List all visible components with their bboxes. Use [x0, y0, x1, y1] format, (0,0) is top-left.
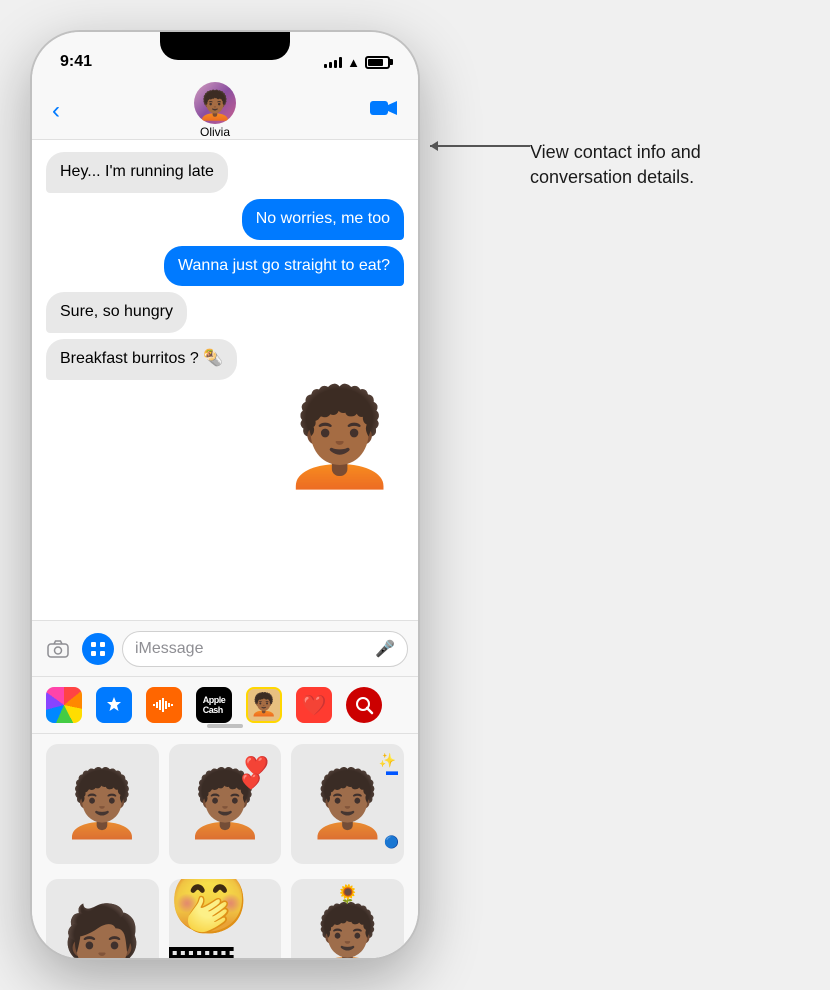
input-area: iMessage 🎤 — [32, 620, 418, 676]
tray-audio-button[interactable] — [146, 687, 182, 723]
memoji-grid-item-4[interactable]: 🧑🏾 — [46, 879, 159, 960]
message-bubble-5: Breakfast burritos ? 🌯 — [46, 339, 237, 380]
memoji-grid-item-2[interactable]: 🧑🏾‍🦱 ❤️ ❤️ — [169, 744, 282, 864]
apps-drawer-button[interactable] — [82, 633, 114, 665]
annotation: View contact info and conversation detai… — [530, 140, 770, 190]
nav-bar: ‹ 🧑🏾‍🦱 Olivia — [32, 82, 418, 140]
video-call-button[interactable] — [370, 98, 398, 124]
contact-info-button[interactable]: 🧑🏾‍🦱 Olivia — [194, 82, 236, 139]
message-bubble-1: Hey... I'm running late — [46, 152, 228, 193]
annotation-line — [430, 145, 530, 147]
message-input-field[interactable]: iMessage 🎤 — [122, 631, 408, 667]
app-tray: AppleCash 🧑🏾‍🦱 ❤️ — [32, 676, 418, 734]
tray-web-button[interactable] — [346, 687, 382, 723]
status-time: 9:41 — [60, 53, 92, 71]
tray-stickers-button[interactable]: ❤️ — [296, 687, 332, 723]
avatar-memoji: 🧑🏾‍🦱 — [198, 92, 233, 120]
input-placeholder: iMessage — [135, 640, 203, 658]
message-bubble-3: Wanna just go straight to eat? — [164, 246, 404, 287]
memoji-grid-item-5[interactable]: 🤭🏾 — [169, 879, 282, 960]
status-icons: ▲ — [324, 55, 390, 70]
camera-button[interactable] — [42, 633, 74, 665]
tray-photos-button[interactable] — [46, 687, 82, 723]
phone-frame: 9:41 ▲ ‹ 🧑🏾‍🦱 Olivia — [30, 30, 420, 960]
signal-bars-icon — [324, 56, 342, 68]
memoji-sticker-sent: 🧑🏾‍🦱 — [281, 386, 399, 491]
memoji-grid-item-6[interactable]: 🧑🏾‍🦱 🌻 — [291, 879, 404, 960]
back-chevron-icon: ‹ — [52, 97, 60, 125]
tray-appstore-button[interactable] — [96, 687, 132, 723]
memoji-sticker-grid: 🧑🏾‍🦱 🧑🏾‍🦱 ❤️ ❤️ 🧑🏾‍🦱 ✨ ▬ 🔵 🧑🏾 🤭🏾 🧑🏾‍🦱 — [32, 734, 418, 960]
mic-icon: 🎤 — [375, 639, 395, 659]
message-bubble-2: No worries, me too — [242, 199, 404, 240]
annotation-text: View contact info and conversation detai… — [530, 140, 770, 190]
tray-cash-button[interactable]: AppleCash — [196, 687, 232, 723]
tray-memoji-button[interactable]: 🧑🏾‍🦱 — [246, 687, 282, 723]
memoji-grid-item-3[interactable]: 🧑🏾‍🦱 ✨ ▬ 🔵 — [291, 744, 404, 864]
message-bubble-4: Sure, so hungry — [46, 292, 187, 333]
messages-area: Hey... I'm running late No worries, me t… — [32, 140, 418, 620]
back-button[interactable]: ‹ — [52, 97, 60, 125]
notch — [160, 32, 290, 60]
contact-name: Olivia — [200, 125, 230, 139]
wifi-icon: ▲ — [347, 55, 360, 70]
avatar: 🧑🏾‍🦱 — [194, 82, 236, 124]
battery-icon — [365, 56, 390, 69]
tray-scroll-indicator — [207, 724, 243, 728]
memoji-grid-item-1[interactable]: 🧑🏾‍🦱 — [46, 744, 159, 864]
